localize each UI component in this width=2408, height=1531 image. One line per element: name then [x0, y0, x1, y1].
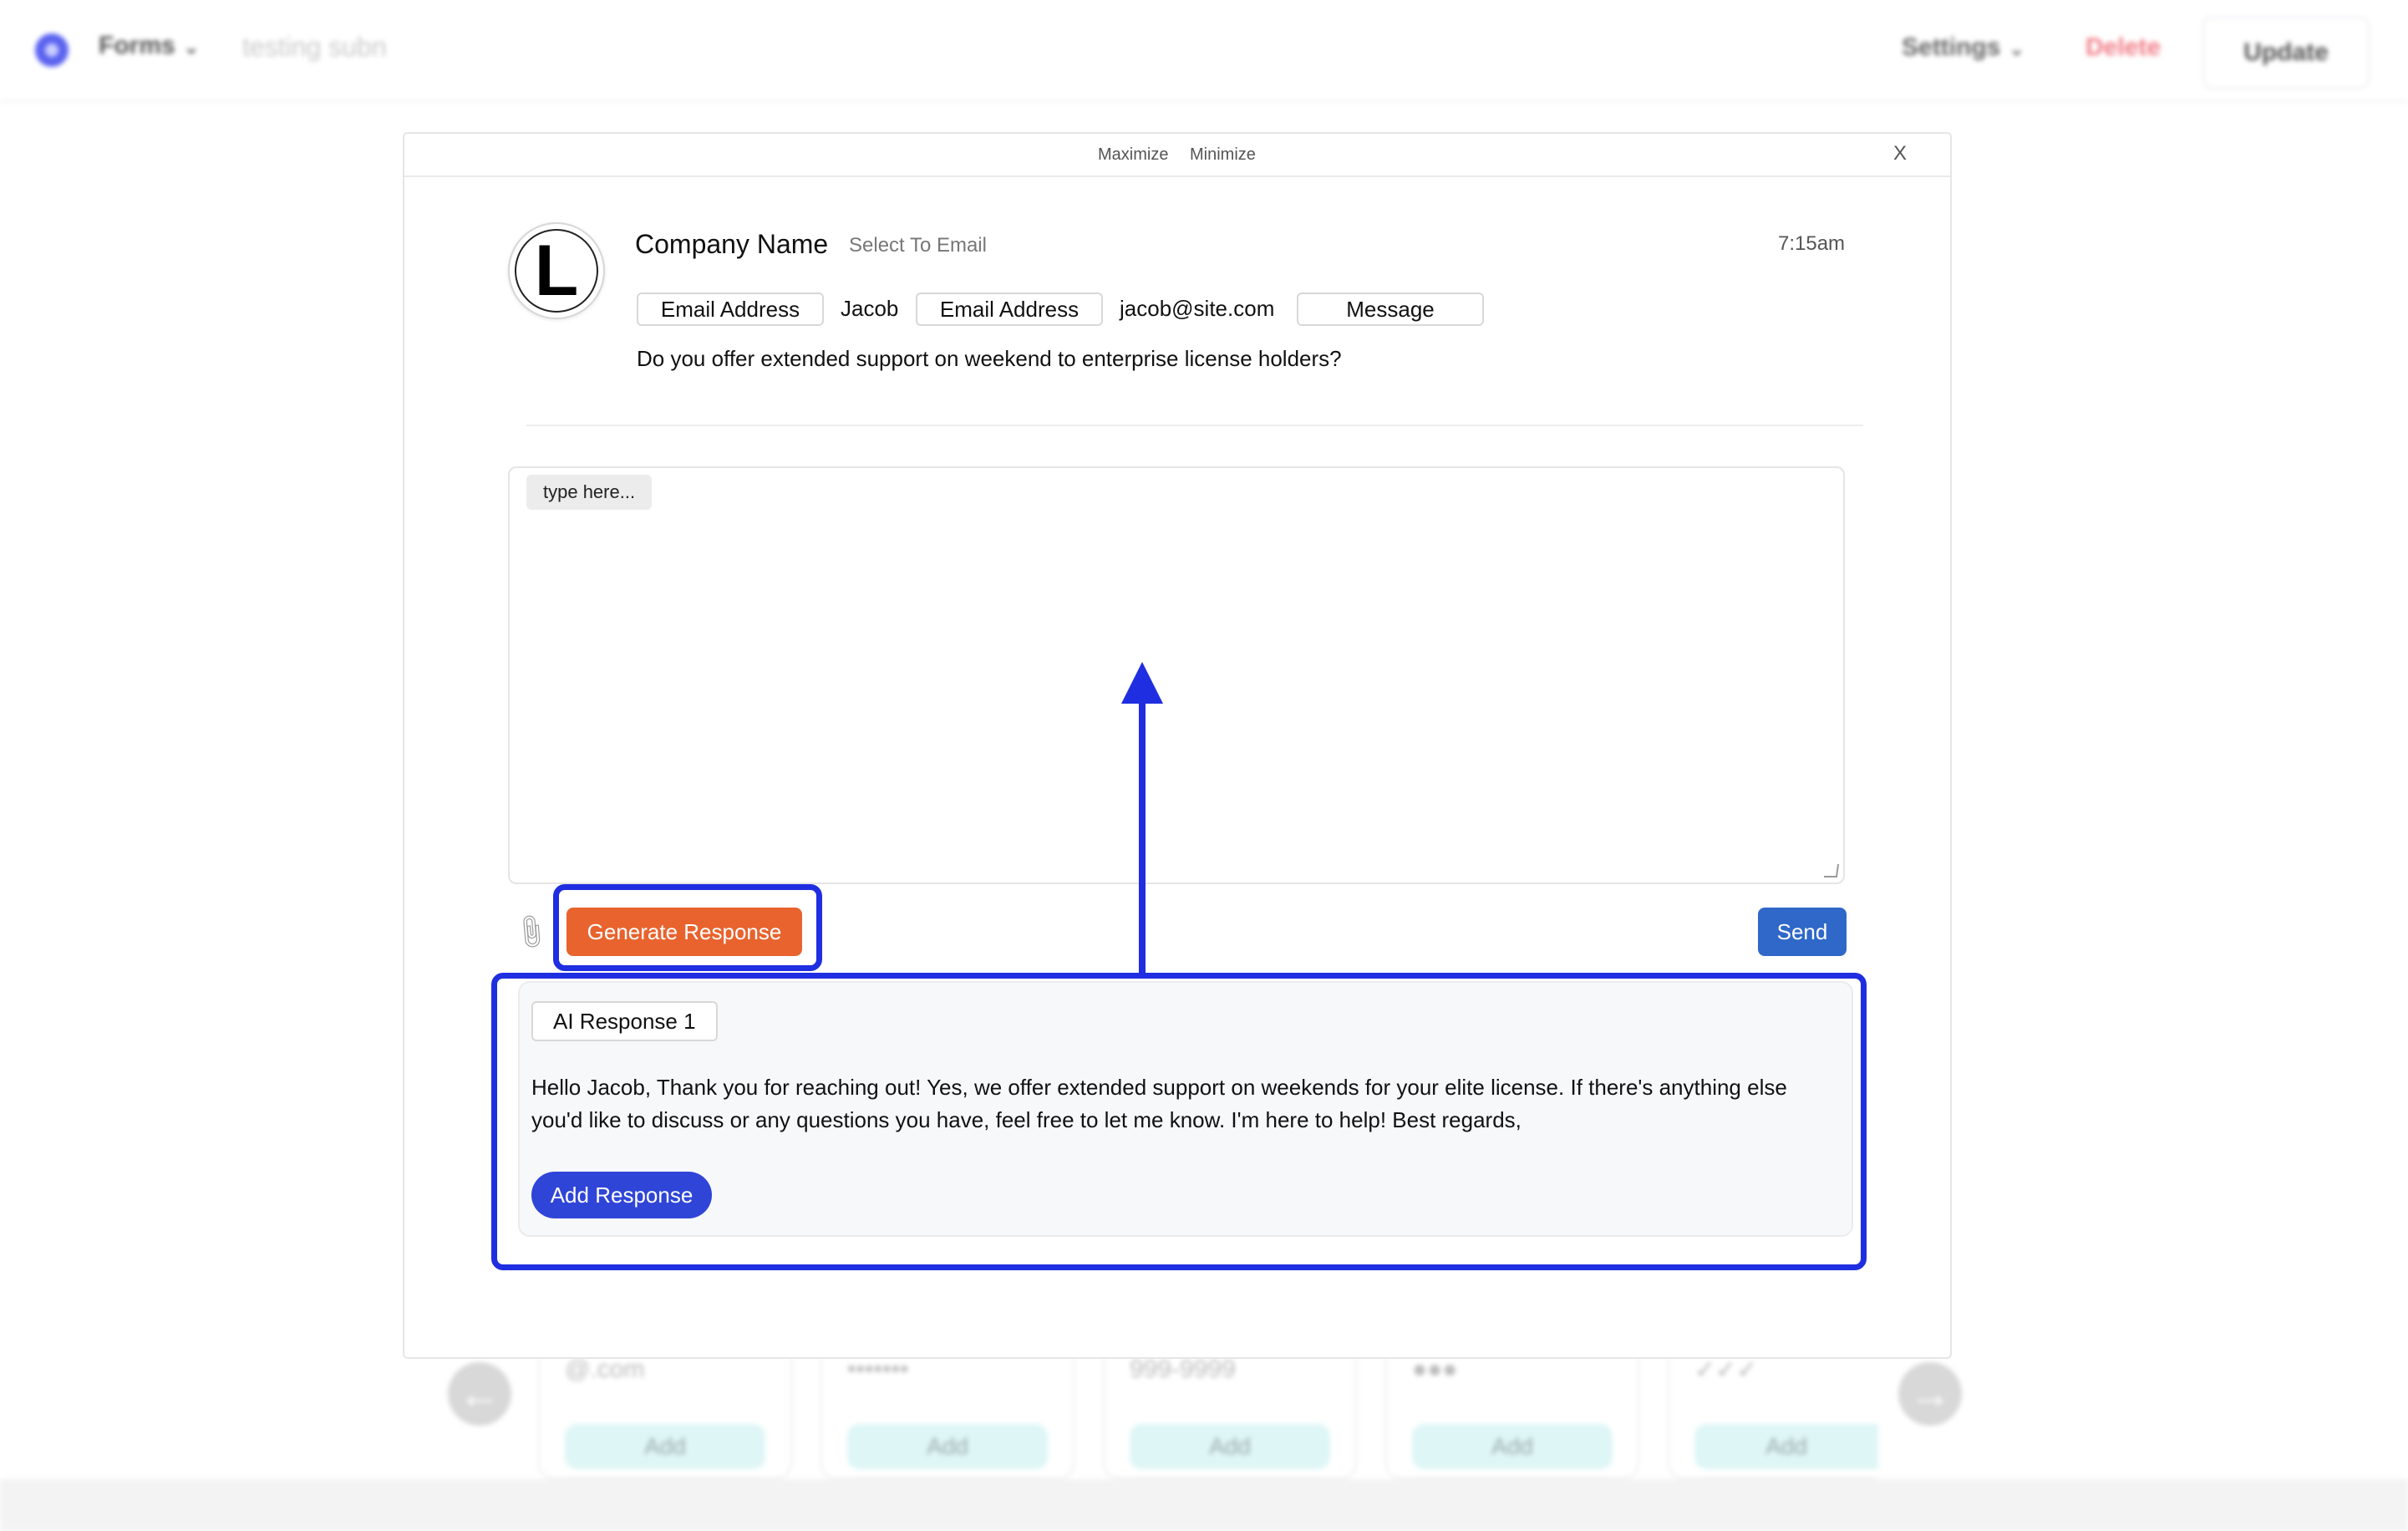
send-button[interactable]: Send	[1758, 908, 1847, 956]
company-name: Company Name	[635, 229, 829, 259]
highlight-ai-response	[491, 973, 1867, 1270]
company-logo: L	[515, 229, 598, 313]
chevron-down-icon: ⌄	[2009, 38, 2024, 59]
app-logo-icon[interactable]	[35, 33, 69, 67]
field-card-add-button[interactable]: Add	[1412, 1424, 1613, 1469]
response-textarea[interactable]: type here...	[508, 466, 1845, 884]
field-card-add-button[interactable]: Add	[1694, 1424, 1878, 1469]
field-card-sample: •••••••	[847, 1356, 909, 1383]
field-card-add-button[interactable]: Add	[1130, 1424, 1330, 1469]
delete-button[interactable]: Delete	[2085, 33, 2161, 62]
field-tag-email-address: Email Address	[637, 292, 824, 326]
top-navbar: Forms ⌄ testing subn Settings ⌄ Delete Upd…	[0, 0, 2408, 102]
field-card-sample: @.com	[565, 1356, 645, 1383]
field-card-add-button[interactable]: Add	[565, 1424, 765, 1469]
footer-strip	[0, 1479, 2408, 1531]
annotation-arrow-shaft	[1139, 700, 1146, 973]
email-timestamp: 7:15am	[1778, 232, 1846, 255]
field-tag-email-address: Email Address	[916, 292, 1103, 326]
field-card-sample: 999-9999	[1130, 1356, 1236, 1383]
update-button[interactable]: Update	[2202, 17, 2370, 89]
field-card-sample: ✓✓✓	[1694, 1356, 1758, 1384]
field-card-add-button[interactable]: Add	[847, 1424, 1048, 1469]
annotation-arrow-up-icon	[1121, 662, 1163, 704]
field-tag-message: Message	[1297, 292, 1484, 326]
arrow-right-icon[interactable]: →	[1898, 1362, 1962, 1426]
select-to-email-link[interactable]: Select To Email	[849, 234, 987, 257]
paperclip-icon[interactable]: 📎︎	[509, 911, 552, 954]
divider	[526, 425, 1863, 426]
field-card-sample: ●●●	[1412, 1356, 1458, 1383]
chevron-down-icon: ⌄	[183, 37, 200, 58]
close-button[interactable]: X	[1893, 142, 1907, 165]
textarea-placeholder: type here...	[526, 475, 653, 510]
arrow-left-icon[interactable]: ←	[448, 1362, 511, 1426]
breadcrumb: testing subn	[242, 32, 387, 62]
company-avatar: L	[508, 222, 605, 319]
email-message-text: Do you offer extended support on weekend…	[637, 346, 1342, 371]
settings-menu[interactable]: Settings ⌄	[1902, 33, 2024, 62]
highlight-generate-response	[553, 884, 822, 971]
minimize-button[interactable]: Minimize	[1190, 145, 1256, 165]
modal-title-bar: Maximize Minimize X	[404, 134, 1950, 177]
resize-handle-icon[interactable]	[1823, 864, 1840, 877]
field-value-name: Jacob	[841, 296, 899, 321]
forms-menu[interactable]: Forms ⌄	[99, 32, 199, 60]
maximize-button[interactable]: Maximize	[1098, 145, 1168, 165]
settings-menu-label: Settings	[1902, 33, 2001, 61]
forms-menu-label: Forms	[99, 32, 175, 59]
field-value-email: jacob@site.com	[1120, 296, 1275, 321]
